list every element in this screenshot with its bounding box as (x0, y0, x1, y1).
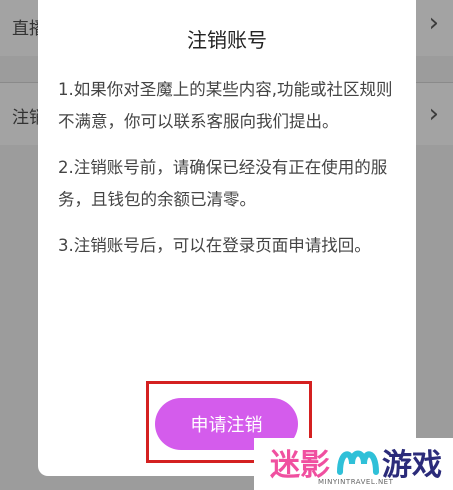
dialog-content: 1.如果你对圣魔上的某些内容,功能或社区规则不满意，你可以联系客服向我们提出。 … (58, 74, 403, 276)
dialog-paragraph: 3.注销账号后，可以在登录页面申请找回。 (58, 236, 371, 255)
dialog-title: 注销账号 (187, 28, 267, 52)
dialog-paragraph: 1.如果你对圣魔上的某些内容,功能或社区规则不满意，你可以联系客服向我们提出。 (58, 80, 393, 131)
watermark-url: MINYINTRAVEL.NET (318, 478, 394, 486)
watermark: 迷影 游戏 MINYINTRAVEL.NET (254, 438, 453, 490)
chevron-right-icon: › (428, 99, 439, 129)
dialog-paragraph: 2.注销账号前，请确保已经没有正在使用的服务，且钱包的余额已清零。 (58, 158, 388, 209)
chevron-right-icon: › (428, 8, 439, 38)
watermark-logo-icon (337, 450, 379, 475)
